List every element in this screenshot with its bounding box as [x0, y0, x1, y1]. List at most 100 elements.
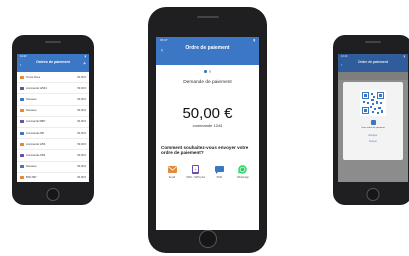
- channel-icon: [20, 153, 24, 157]
- page-title: Ordres de paiement: [36, 60, 70, 64]
- app-header: 16:40 ▮ ‹ Ordres de paiement +: [17, 54, 89, 72]
- back-icon[interactable]: ‹: [341, 62, 342, 67]
- send-option-email[interactable]: Email: [161, 165, 183, 179]
- order-name: Nouveau: [26, 109, 37, 113]
- list-item-main: Nouveau: [26, 98, 75, 101]
- list-item-main: commande 2354: [26, 154, 75, 157]
- battery-icon: ▮: [84, 55, 86, 58]
- send-option-whatsapp[interactable]: WhatsApp: [232, 165, 254, 179]
- app-header: 15:47 ▮ ‹ Ordre de paiement: [156, 37, 259, 65]
- order-name: Nouveau: [26, 165, 37, 169]
- app-icon: [370, 120, 376, 125]
- channel-icon: [20, 97, 24, 101]
- send-option-sms-plus[interactable]: + SMS - SMS plus: [185, 165, 207, 179]
- amount-display: 50,00 €: [182, 104, 233, 122]
- order-amount: 50,00 €: [77, 86, 86, 90]
- option-label: SMS: [216, 176, 223, 180]
- email-icon: [167, 165, 177, 174]
- add-icon[interactable]: +: [83, 61, 86, 67]
- speaker: [45, 41, 61, 43]
- channel-icon: [20, 75, 24, 79]
- list-item[interactable]: commande 2354 50,00 €: [17, 150, 89, 162]
- request-label: Demande de paiement: [183, 79, 232, 85]
- back-icon[interactable]: ‹: [20, 62, 21, 67]
- order-name: commande 5887: [26, 120, 46, 124]
- channel-icon: [20, 131, 24, 135]
- app-header: 16:40 ▮ ‹ Ordre de paiement: [338, 54, 408, 72]
- battery-icon: ▮: [403, 55, 405, 58]
- status-time: 16:40: [20, 55, 27, 58]
- channel-icon: [20, 109, 24, 113]
- order-amount: 50,00 €: [77, 165, 86, 169]
- channel-icon: [20, 165, 24, 169]
- channel-icon: [20, 120, 24, 124]
- order-name: commande 258: [26, 131, 44, 135]
- page-title: Ordre de paiement: [185, 45, 230, 51]
- back-icon[interactable]: ‹: [161, 48, 163, 54]
- channel-icon: [20, 142, 24, 146]
- list-item[interactable]: commande 258 50,00 €: [17, 128, 89, 140]
- status-bar: 15:47 ▮: [156, 37, 259, 42]
- sms-icon: [214, 165, 224, 174]
- list-item[interactable]: commande 5887 50,00 €: [17, 117, 89, 128]
- list-item-main: Trevor Dove: [26, 76, 75, 79]
- orders-list-screen: 16:40 ▮ ‹ Ordres de paiement + Trevor Do…: [17, 54, 89, 182]
- send-option-sms[interactable]: SMS: [208, 165, 230, 179]
- order-name: commande 1254: [26, 142, 46, 146]
- channel-icon: [20, 176, 24, 180]
- payment-order-screen: 15:47 ▮ ‹ Ordre de paiement Demande de p…: [156, 37, 259, 230]
- order-amount: 50,00 €: [77, 109, 86, 113]
- order-name: BNC 897: [26, 176, 37, 180]
- list-item-main: BNC 897: [26, 176, 75, 179]
- speaker: [196, 16, 219, 18]
- send-options: Email + SMS - SMS plus SMS WhatsApp: [161, 165, 254, 179]
- status-time: 16:40: [341, 55, 348, 58]
- home-button[interactable]: [46, 188, 60, 201]
- list-item[interactable]: Nouveau 50,00 €: [17, 162, 89, 173]
- qr-description: Votre ordre de paiement: [361, 127, 385, 129]
- list-item[interactable]: Trevor Dove 50,00 €: [17, 72, 89, 84]
- send-question: Comment souhaitez-vous envoyer votre ord…: [161, 144, 249, 156]
- dimmed-content: [338, 72, 408, 80]
- qr-dialog: Votre ordre de paiement Envoyer Fermer: [343, 82, 403, 160]
- speaker: [364, 41, 381, 43]
- orders-list: Trevor Dove 50,00 € commande 12543 50,00 € N…: [17, 72, 89, 182]
- list-item-main: Nouveau: [26, 109, 75, 112]
- whatsapp-icon: [238, 165, 248, 175]
- order-amount: 50,00 €: [77, 120, 86, 124]
- order-name: Nouveau: [26, 97, 37, 101]
- option-label: Email: [168, 176, 176, 180]
- page-dot: [208, 70, 211, 73]
- order-amount: 50,00 €: [77, 131, 86, 135]
- battery-icon: ▮: [253, 38, 255, 42]
- order-name: commande 12543: [26, 86, 47, 90]
- sms-plus-icon: +: [191, 165, 200, 175]
- home-button[interactable]: [198, 230, 217, 248]
- home-button[interactable]: [366, 188, 379, 201]
- order-amount: 50,00 €: [77, 142, 86, 146]
- page-indicator: [156, 70, 259, 73]
- order-amount: 50,00 €: [77, 75, 86, 79]
- list-item-main: commande 258: [26, 132, 75, 135]
- status-time: 15:47: [160, 38, 168, 42]
- list-item[interactable]: Nouveau 50,00 €: [17, 94, 89, 106]
- list-item[interactable]: commande 12543 50,00 €: [17, 83, 89, 95]
- order-amount: 50,00 €: [77, 176, 86, 180]
- list-item-main: commande 1254: [26, 143, 75, 146]
- phone-center: 15:47 ▮ ‹ Ordre de paiement Demande de p…: [148, 7, 267, 253]
- send-button[interactable]: Envoyer: [343, 134, 403, 137]
- option-label: SMS - SMS plus: [186, 176, 206, 180]
- qr-code-icon: [360, 90, 386, 116]
- qr-share-screen: 16:40 ▮ ‹ Ordre de paiement Votre ordre …: [338, 54, 408, 182]
- list-item-main: commande 12543: [26, 87, 75, 90]
- page-title: Ordre de paiement: [358, 60, 388, 64]
- list-item[interactable]: Nouveau 50,00 €: [17, 106, 89, 117]
- page-dot-active: [204, 70, 207, 73]
- order-amount: 50,00 €: [77, 97, 86, 101]
- list-item[interactable]: commande 1254 50,00 €: [17, 139, 89, 151]
- list-item[interactable]: BNC 897 50,00 €: [17, 173, 89, 182]
- close-button[interactable]: Fermer: [343, 140, 403, 143]
- phone-left: 16:40 ▮ ‹ Ordres de paiement + Trevor Do…: [12, 35, 94, 205]
- order-label: commande 1244: [192, 122, 223, 128]
- order-name: commande 2354: [26, 153, 46, 157]
